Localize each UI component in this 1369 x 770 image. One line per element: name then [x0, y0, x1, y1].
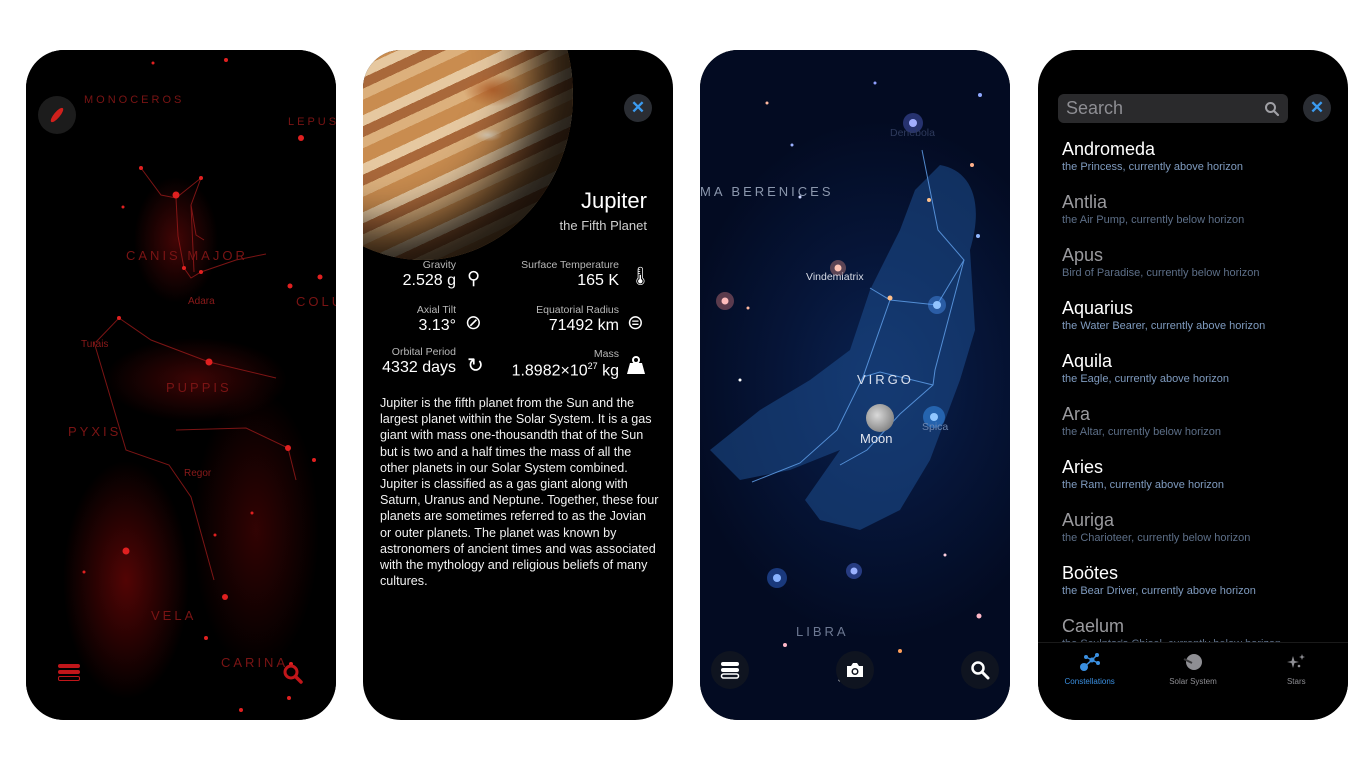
star-label-denebola: Denebola — [890, 127, 935, 139]
planet-description: Jupiter is the fifth planet from the Sun… — [380, 396, 659, 589]
search-button[interactable] — [961, 651, 999, 689]
label-libra: LIBRA — [796, 624, 849, 639]
planet-title: Jupiter — [580, 188, 647, 213]
tab-constellations[interactable]: Constellations — [1040, 651, 1140, 720]
constellation-subtitle: the Ram, currently above horizon — [1062, 479, 1225, 491]
stars-icon — [1287, 654, 1306, 668]
constellation-virgo — [710, 81, 982, 682]
weight-icon — [627, 356, 645, 374]
moon-label: Moon — [860, 431, 893, 446]
star-label-regor: Regor — [184, 468, 212, 479]
list-item[interactable]: Aquarius the Water Bearer, currently abov… — [1062, 298, 1332, 351]
constellation-name: Caelum — [1062, 616, 1125, 636]
label-columba: COLUMBA — [296, 294, 336, 309]
constellation-name: Antlia — [1062, 192, 1108, 212]
gravity-icon: ⚲ — [467, 268, 481, 288]
constellations-icon — [1079, 653, 1100, 671]
tab-bar: Constellations Solar System Stars — [1038, 642, 1348, 720]
stat-equatorial-radius: Equatorial Radius 71492 km — [536, 304, 619, 334]
radius-icon: ⊜ — [627, 312, 644, 334]
label-pyxis: PYXIS — [68, 424, 122, 439]
constellation-name: Apus — [1062, 245, 1104, 265]
star-label-adara: Adara — [188, 296, 215, 307]
stat-orbital-period: Orbital Period 4332 days — [382, 346, 456, 376]
list-item[interactable]: Auriga the Charioteer, currently below ho… — [1062, 510, 1332, 563]
star-label-vindemiatrix: Vindemiatrix — [806, 271, 864, 283]
search-icon — [1265, 101, 1280, 116]
camera-icon — [847, 663, 863, 677]
planet-subtitle: the Fifth Planet — [559, 218, 647, 233]
star-label-spica: Spica — [922, 421, 949, 433]
tab-solar-system[interactable]: Solar System — [1143, 651, 1243, 720]
list-item[interactable]: Andromeda the Princess, currently above h… — [1062, 139, 1332, 192]
label-virgo: VIRGO — [857, 372, 914, 387]
list-item[interactable]: Aquila the Eagle, currently above horizon — [1062, 351, 1332, 404]
moon-icon[interactable] — [866, 404, 894, 432]
stat-surface-temperature: Surface Temperature 165 K — [521, 259, 619, 289]
screen-red-night-mode: CANIS MAJOR PUPPIS PYXIS VELA CARINA COL… — [26, 50, 336, 720]
compass-icon — [48, 106, 66, 124]
label-lepus: LEPUS — [288, 116, 336, 128]
search-icon[interactable] — [282, 663, 304, 685]
close-icon: ✕ — [1309, 98, 1325, 117]
close-button[interactable]: ✕ — [1303, 94, 1331, 122]
screen-planet-detail: ✕ Jupiter the Fifth Planet Gravity 2.528 … — [363, 50, 673, 720]
stat-mass: Mass 1.8982×1027 kg — [511, 348, 619, 380]
constellation-subtitle: Bird of Paradise, currently below horizo… — [1062, 267, 1260, 279]
stat-axial-tilt: Axial Tilt 3.13° — [416, 304, 456, 334]
list-item[interactable]: Antlia the Air Pump, currently below hori… — [1062, 192, 1332, 245]
jupiter-image — [363, 50, 573, 260]
list-item[interactable]: Ara the Altar, currently below horizon — [1062, 404, 1332, 457]
close-icon: ✕ — [630, 98, 646, 117]
label-canis-major: CANIS MAJOR — [126, 248, 248, 263]
label-vela: VELA — [151, 608, 197, 623]
constellation-subtitle: the Water Bearer, currently above horizo… — [1062, 320, 1266, 332]
constellation-subtitle: the Altar, currently below horizon — [1062, 426, 1221, 438]
search-icon — [971, 661, 990, 680]
solar-system-icon — [1183, 654, 1202, 670]
list-item[interactable]: Apus Bird of Paradise, currently below ho… — [1062, 245, 1332, 298]
planet-tilt-icon: ⊘ — [465, 312, 482, 334]
tab-stars[interactable]: Stars — [1246, 651, 1346, 720]
search-input[interactable] — [1066, 98, 1264, 119]
constellation-name: Ara — [1062, 404, 1091, 424]
tab-label: Constellations — [1064, 677, 1115, 686]
tab-label: Stars — [1286, 677, 1306, 686]
constellation-name: Aquila — [1062, 351, 1113, 371]
thermometer-icon: 🌡 — [629, 266, 652, 286]
orbit-icon: ↻ — [467, 355, 484, 377]
close-button[interactable]: ✕ — [624, 94, 652, 122]
label-monoceros: MONOCEROS — [84, 94, 185, 106]
list-button[interactable] — [711, 651, 749, 689]
list-icon[interactable] — [58, 664, 80, 684]
constellation-list: Andromeda the Princess, currently above h… — [1062, 139, 1332, 669]
list-icon — [720, 662, 740, 679]
camera-button[interactable] — [836, 651, 874, 689]
screen-sky-view: MA BERENICES VIRGO LIBRA Vindemiatrix Sp… — [700, 50, 1010, 720]
constellation-subtitle: the Princess, currently above horizon — [1062, 161, 1243, 173]
stat-gravity: Gravity 2.528 g — [402, 259, 456, 289]
star-label-turais: Turais — [81, 339, 109, 350]
tab-label: Solar System — [1169, 677, 1217, 686]
constellation-subtitle: the Bear Driver, currently above horizon — [1062, 585, 1256, 597]
screen-constellation-list: ✕ Andromeda the Princess, currently above… — [1038, 50, 1348, 720]
constellation-subtitle: the Charioteer, currently below horizon — [1062, 532, 1251, 544]
constellation-name: Boötes — [1062, 563, 1119, 583]
search-field[interactable] — [1058, 94, 1288, 123]
compass-button[interactable] — [38, 96, 76, 134]
constellation-subtitle: the Air Pump, currently below horizon — [1062, 214, 1245, 226]
constellation-name: Auriga — [1062, 510, 1115, 530]
label-coma-berenices: MA BERENICES — [700, 184, 834, 199]
list-item[interactable]: Boötes the Bear Driver, currently above h… — [1062, 563, 1332, 616]
constellation-name: Aries — [1062, 457, 1104, 477]
constellation-name: Aquarius — [1062, 298, 1134, 318]
label-puppis: PUPPIS — [166, 380, 232, 395]
constellation-name: Andromeda — [1062, 139, 1156, 159]
constellation-subtitle: the Eagle, currently above horizon — [1062, 373, 1229, 385]
list-item[interactable]: Aries the Ram, currently above horizon — [1062, 457, 1332, 510]
label-carina: CARINA — [221, 655, 289, 670]
